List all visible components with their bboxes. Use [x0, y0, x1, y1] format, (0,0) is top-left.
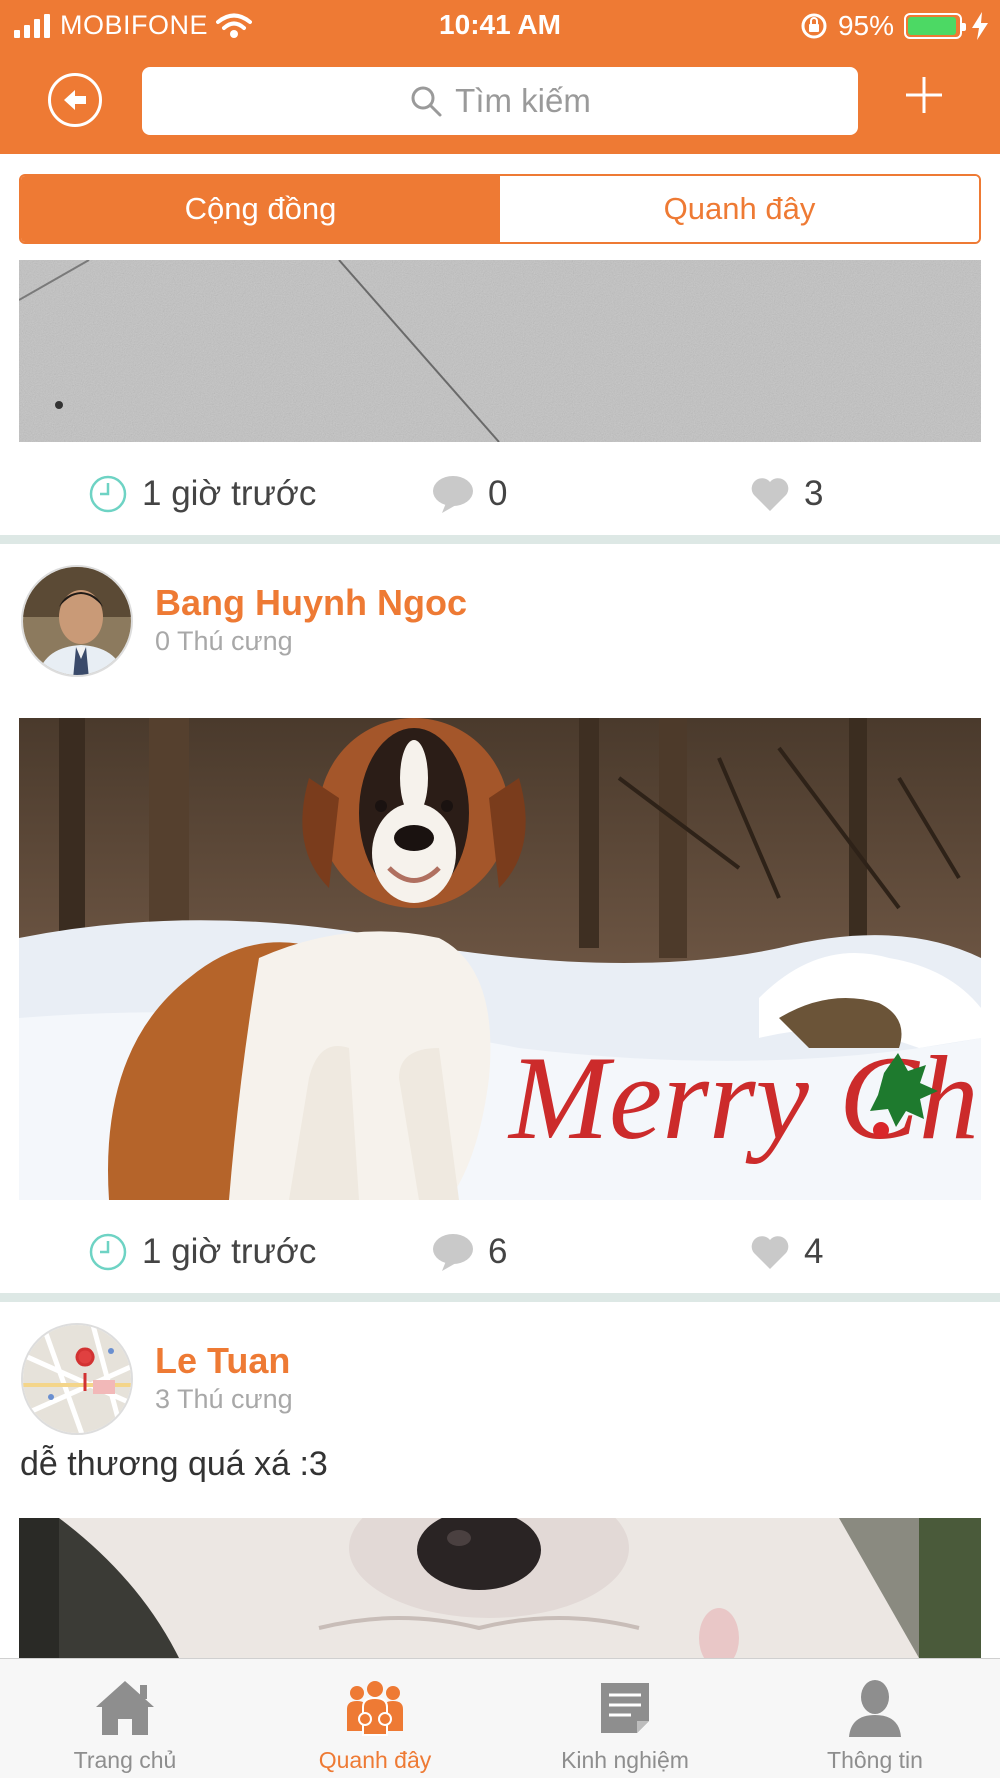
search-placeholder: Tìm kiếm — [455, 82, 591, 119]
like-count: 4 — [804, 1232, 824, 1271]
pet-count: 0 Thú cưng — [155, 626, 293, 656]
tab-label: Quanh đây — [318, 1747, 432, 1773]
post-stats: 1 giờ trước 6 4 — [0, 1218, 1000, 1288]
plus-icon — [906, 77, 942, 113]
app-header: MOBIFONE 10:41 AM 95% Tìm kiếm — [0, 0, 1000, 154]
charging-bolt-icon — [972, 12, 988, 40]
post-divider — [0, 535, 1000, 544]
comment-button[interactable]: 6 — [432, 1232, 507, 1272]
tab-nearby[interactable]: Quanh đây — [250, 1659, 500, 1778]
post-image[interactable]: Merry Christmas — [19, 718, 981, 1200]
post-time: 1 giờ trước — [142, 474, 317, 513]
segment-community[interactable]: Cộng đồng — [21, 176, 500, 242]
home-icon — [96, 1681, 154, 1735]
author-name[interactable]: Le Tuan — [155, 1340, 290, 1382]
pavement-photo — [19, 260, 981, 442]
tab-experience[interactable]: Kinh nghiệm — [500, 1659, 750, 1778]
post-feed[interactable]: 1 giờ trước 0 3 Bang Huynh Ngoc 0 Thú cư… — [0, 260, 1000, 1658]
comment-icon — [433, 1234, 473, 1271]
like-count: 3 — [804, 474, 824, 513]
people-icon — [347, 1681, 403, 1736]
bottom-tab-bar: Trang chủ Quanh đây Kinh nghiệm Thông ti… — [0, 1658, 1000, 1778]
saint-bernard-christmas-photo: Merry Christmas — [19, 718, 981, 1200]
heart-icon — [751, 478, 789, 511]
tab-label: Trang chủ — [73, 1747, 177, 1773]
puppy-closeup-photo — [19, 1518, 981, 1658]
comment-count: 6 — [488, 1232, 508, 1271]
user-icon — [849, 1680, 901, 1737]
comment-count: 0 — [488, 474, 508, 513]
back-button[interactable] — [48, 73, 102, 127]
like-button[interactable]: 3 — [750, 474, 823, 514]
comment-button[interactable]: 0 — [432, 474, 507, 514]
status-bar: MOBIFONE 10:41 AM 95% — [0, 0, 1000, 52]
post-stats: 1 giờ trước 0 3 — [0, 460, 1000, 530]
battery-level — [908, 17, 956, 35]
tab-profile[interactable]: Thông tin — [750, 1659, 1000, 1778]
search-icon — [411, 86, 442, 117]
segment-nearby[interactable]: Quanh đây — [500, 176, 979, 242]
like-button[interactable]: 4 — [750, 1232, 823, 1272]
document-icon — [601, 1683, 649, 1733]
battery-icon — [904, 13, 966, 39]
comment-icon — [433, 476, 473, 513]
clock-icon — [89, 475, 127, 513]
post-divider — [0, 1293, 1000, 1302]
author-name[interactable]: Bang Huynh Ngoc — [155, 582, 467, 624]
post-time: 1 giờ trước — [142, 1232, 317, 1271]
post-image[interactable] — [19, 1518, 981, 1658]
tab-home[interactable]: Trang chủ — [0, 1659, 250, 1778]
battery-percent: 95% — [837, 10, 894, 41]
map-avatar-photo — [23, 1325, 131, 1433]
post-caption: dễ thương quá xá :3 — [20, 1445, 328, 1483]
feed-segment-control: Cộng đồng Quanh đây — [19, 174, 981, 244]
tab-label: Kinh nghiệm — [561, 1747, 689, 1773]
avatar[interactable] — [21, 1323, 133, 1435]
rotation-lock-icon — [801, 13, 827, 39]
clock-icon — [89, 1233, 127, 1271]
heart-icon — [751, 1236, 789, 1269]
avatar[interactable] — [21, 565, 133, 677]
tab-label: Thông tin — [827, 1747, 923, 1773]
add-button[interactable] — [904, 75, 944, 115]
post-image[interactable] — [19, 260, 981, 442]
search-input[interactable]: Tìm kiếm — [142, 67, 858, 135]
pet-count: 3 Thú cưng — [155, 1384, 293, 1414]
back-arrow-icon — [64, 90, 86, 110]
user-avatar-photo — [23, 567, 131, 675]
